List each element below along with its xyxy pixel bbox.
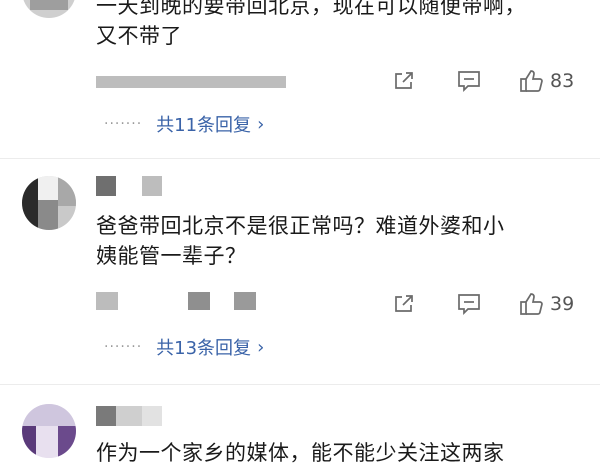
comment-text-line: 一天到晚的要带回北京，现在可以随便带啊， — [96, 0, 526, 18]
thumbs-up-icon — [520, 70, 543, 92]
share-icon — [395, 72, 413, 89]
comment-3: 作为一个家乡的媒体，能不能少关注这两家 — [0, 386, 600, 469]
avatar[interactable] — [22, 176, 76, 230]
comment-text-line: 又不带了 — [96, 24, 182, 48]
view-replies-link[interactable]: ······· 共13条回复 › — [104, 333, 264, 361]
view-replies-link[interactable]: ······· 共11条回复 › — [104, 110, 264, 138]
username[interactable] — [96, 176, 176, 198]
share-button[interactable] — [392, 66, 416, 96]
chevron-right-icon: › — [257, 113, 265, 135]
comment-text: 爸爸带回北京不是很正常吗？难道外婆和小 姨能管一辈子？ — [96, 211, 591, 271]
username[interactable] — [96, 406, 196, 428]
comment-meta — [96, 292, 276, 312]
share-button[interactable] — [392, 289, 416, 319]
comment-icon — [458, 294, 480, 316]
comment-icon — [458, 71, 480, 93]
like-count: 39 — [550, 293, 575, 315]
comment-text-line: 姨能管一辈子？ — [96, 244, 247, 268]
replies-label: 共13条回复 — [156, 338, 252, 359]
like-button[interactable]: 39 — [518, 289, 574, 319]
comment-actions: 83 — [390, 66, 590, 96]
divider — [0, 158, 600, 159]
comment-text-line: 作为一个家乡的媒体，能不能少关注这两家 — [96, 441, 505, 465]
comment-button[interactable] — [456, 66, 482, 96]
avatar[interactable] — [22, 0, 76, 18]
comment-meta — [96, 74, 296, 94]
divider — [0, 384, 600, 385]
replies-label: 共11条回复 — [156, 115, 252, 136]
thumbs-up-icon — [520, 293, 543, 315]
comment-button[interactable] — [456, 289, 482, 319]
share-icon — [395, 295, 413, 312]
replies-dots: ······· — [104, 116, 143, 132]
avatar[interactable] — [22, 404, 76, 458]
replies-dots: ······· — [104, 339, 143, 355]
chevron-right-icon: › — [257, 336, 265, 358]
like-count: 83 — [550, 70, 575, 92]
comment-2: 爸爸带回北京不是很正常吗？难道外婆和小 姨能管一辈子？ 39 ······· 共… — [0, 160, 600, 390]
like-button[interactable]: 83 — [518, 66, 574, 96]
comment-actions: 39 — [390, 289, 590, 319]
comment-text: 作为一个家乡的媒体，能不能少关注这两家 — [96, 438, 591, 468]
comment-text-line: 爸爸带回北京不是很正常吗？难道外婆和小 — [96, 214, 505, 238]
comment-1: 一天到晚的要带回北京，现在可以随便带啊， 又不带了 83 ······· 共11… — [0, 0, 600, 160]
comment-text: 一天到晚的要带回北京，现在可以随便带啊， 又不带了 — [96, 0, 591, 51]
